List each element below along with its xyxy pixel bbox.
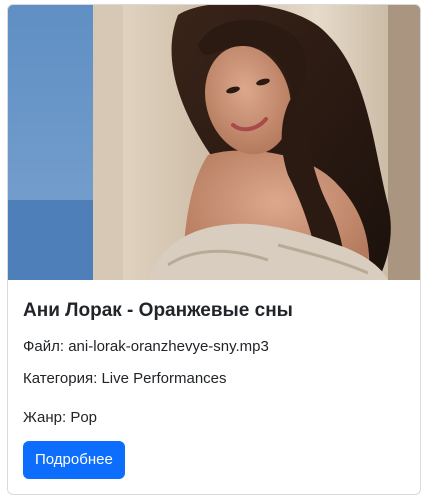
genre-value: Pop <box>70 409 98 426</box>
file-label: Файл: <box>23 338 65 355</box>
category-line: Категория: Live Performances <box>23 370 227 388</box>
category-value: Live Performances <box>101 370 227 387</box>
genre-label: Жанр: <box>23 409 67 426</box>
track-title: Ани Лорак - Оранжевые сны <box>23 300 293 321</box>
details-button[interactable]: Подробнее <box>23 441 125 479</box>
artist-photo <box>8 5 420 280</box>
category-label: Категория: <box>23 370 98 387</box>
track-card: Ани Лорак - Оранжевые сны Файл: ani-lora… <box>7 4 421 495</box>
genre-line: Жанр: Pop <box>23 409 97 427</box>
file-line: Файл: ani-lorak-oranzhevye-sny.mp3 <box>23 338 269 356</box>
file-value: ani-lorak-oranzhevye-sny.mp3 <box>68 338 269 355</box>
